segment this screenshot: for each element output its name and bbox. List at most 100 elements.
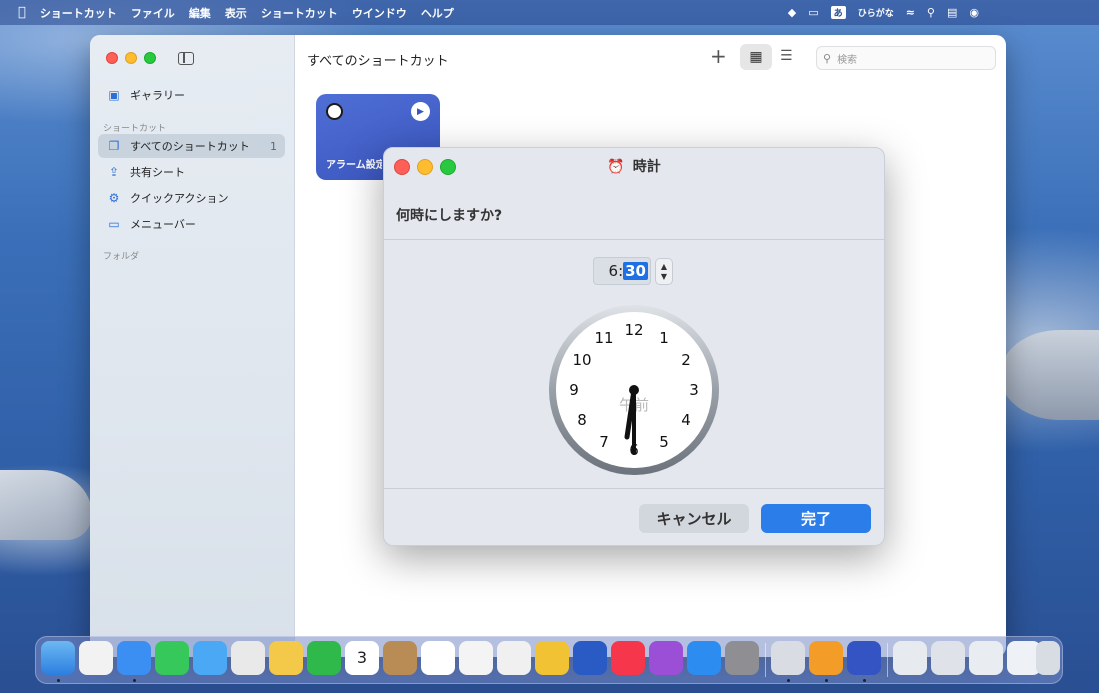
sidebar-item-label: 共有シート xyxy=(130,166,185,179)
menu-window[interactable]: ウインドウ xyxy=(352,5,407,21)
spotlight-icon[interactable]: ⚲ xyxy=(927,6,935,19)
facetime-icon[interactable] xyxy=(307,641,341,675)
sidebar-item-quick-actions[interactable]: ⚙ クイックアクション xyxy=(98,186,285,210)
document-stack-icon[interactable] xyxy=(931,641,965,675)
dock-separator xyxy=(887,643,888,677)
menu-help[interactable]: ヘルプ xyxy=(421,5,454,21)
time-field[interactable]: 6:30 xyxy=(593,257,651,285)
square-stack-icon: ❐ xyxy=(108,139,120,153)
time-hour[interactable]: 6 xyxy=(609,262,619,280)
clock-number: 2 xyxy=(681,351,691,369)
clock-number: 9 xyxy=(569,381,579,399)
search-input[interactable]: ⚲ 検索 xyxy=(816,46,996,70)
input-method-label[interactable]: ひらがな xyxy=(858,6,894,19)
close-button[interactable] xyxy=(106,52,118,64)
grid-icon: ▦ xyxy=(749,49,763,65)
page-title: すべてのショートカット xyxy=(307,54,449,69)
menu-app[interactable]: ショートカット xyxy=(40,5,117,21)
add-shortcut-button[interactable]: + xyxy=(710,46,727,66)
search-icon: ⚲ xyxy=(823,51,832,65)
shortcut-tile-name: アラーム設定 xyxy=(326,160,382,171)
sidebar-item-label: すべてのショートカット xyxy=(130,140,250,153)
mail-icon[interactable] xyxy=(193,641,227,675)
safari-icon[interactable] xyxy=(117,641,151,675)
sidebar-item-label: クイックアクション xyxy=(130,192,229,205)
clock-number: 1 xyxy=(659,329,669,347)
sidebar-item-share-sheet[interactable]: ⇪ 共有シート xyxy=(98,160,285,184)
menu-view[interactable]: 表示 xyxy=(225,5,247,21)
share-icon: ⇪ xyxy=(108,165,120,179)
clock-number: 8 xyxy=(577,411,587,429)
done-button[interactable]: 完了 xyxy=(761,504,871,533)
podcasts-icon[interactable] xyxy=(649,641,683,675)
freeform-icon[interactable] xyxy=(497,641,531,675)
photos-icon[interactable] xyxy=(269,641,303,675)
clock-number: 12 xyxy=(624,321,643,339)
menu-shortcut[interactable]: ショートカット xyxy=(261,5,338,21)
time-minute[interactable]: 30 xyxy=(623,262,648,280)
layers-icon[interactable]: ◆ xyxy=(788,6,796,19)
downloads-folder-icon[interactable] xyxy=(893,641,927,675)
gallery-icon: ▣ xyxy=(108,88,120,102)
search-placeholder: 検索 xyxy=(837,54,858,66)
music-icon[interactable] xyxy=(611,641,645,675)
minimize-button[interactable] xyxy=(125,52,137,64)
reminders-icon[interactable] xyxy=(421,641,455,675)
input-method-badge[interactable]: あ xyxy=(830,6,846,19)
finder-icon[interactable] xyxy=(41,641,75,675)
divider xyxy=(384,488,884,489)
sidebar: ▣ ギャラリー ショートカット ❐ すべてのショートカット 1 ⇪ 共有シート … xyxy=(90,35,295,657)
cancel-button[interactable]: キャンセル xyxy=(639,504,749,533)
chevron-down-icon[interactable]: ▼ xyxy=(661,272,667,282)
settings-icon[interactable] xyxy=(725,641,759,675)
divider xyxy=(384,239,884,240)
gear-icon: ⚙ xyxy=(108,191,120,205)
clock-number: 7 xyxy=(599,433,609,451)
menu-file[interactable]: ファイル xyxy=(131,5,175,21)
menubar-icon: ▭ xyxy=(108,217,120,231)
app-store-icon[interactable] xyxy=(687,641,721,675)
word-icon[interactable] xyxy=(573,641,607,675)
shortcuts-icon[interactable] xyxy=(847,641,881,675)
dock-separator xyxy=(765,643,766,677)
launchpad-icon[interactable] xyxy=(79,641,113,675)
analog-clock[interactable]: 午前 121234567891011 xyxy=(547,303,721,477)
maps-icon[interactable] xyxy=(231,641,265,675)
preview-icon[interactable] xyxy=(771,641,805,675)
window-controls xyxy=(106,52,156,64)
sidebar-item-gallery[interactable]: ▣ ギャラリー xyxy=(98,83,285,107)
notes-icon[interactable] xyxy=(459,641,493,675)
clock-number: 4 xyxy=(681,411,691,429)
zoom-button[interactable] xyxy=(144,52,156,64)
clock-dialog: ⏰時計 何時にしますか? 6:30 ▲ ▼ 午前 121234567891011… xyxy=(383,147,885,546)
dialog-title: ⏰ 時計 xyxy=(384,156,884,176)
sidebar-section-shortcuts: ショートカット xyxy=(103,124,167,134)
sidebar-item-label: メニューバー xyxy=(130,218,196,231)
dock: 3 xyxy=(35,636,1063,684)
wifi-icon[interactable]: ≈ xyxy=(906,6,915,19)
sidebar-toggle-icon[interactable] xyxy=(178,52,194,65)
trash-icon[interactable] xyxy=(1036,641,1060,675)
clock-number: 3 xyxy=(689,381,699,399)
control-center-icon[interactable]: ▤ xyxy=(947,6,957,19)
calendar-icon[interactable]: 3 xyxy=(345,641,379,675)
running-indicator xyxy=(863,679,866,682)
sidebar-item-menubar[interactable]: ▭ メニューバー xyxy=(98,212,285,236)
play-icon[interactable]: ▶ xyxy=(411,102,430,121)
list-view-button[interactable]: ☰ xyxy=(780,48,793,64)
sidebar-item-all-shortcuts[interactable]: ❐ すべてのショートカット 1 xyxy=(98,134,285,158)
battery-icon[interactable]: ▭ xyxy=(808,6,818,19)
contacts-icon[interactable] xyxy=(383,641,417,675)
grid-view-button[interactable]: ▦ xyxy=(740,44,772,70)
time-stepper[interactable]: ▲ ▼ xyxy=(655,258,673,285)
running-indicator xyxy=(57,679,60,682)
menu-edit[interactable]: 編集 xyxy=(189,5,211,21)
document-stack-icon[interactable] xyxy=(969,641,1003,675)
messages-icon[interactable] xyxy=(155,641,189,675)
menu-bar:  ショートカット ファイル 編集 表示 ショートカット ウインドウ ヘルプ ◆… xyxy=(0,0,1099,25)
chrome-icon[interactable] xyxy=(535,641,569,675)
apple-icon[interactable]:  xyxy=(18,5,26,20)
siri-icon[interactable]: ◉ xyxy=(969,6,979,19)
pages-icon[interactable] xyxy=(809,641,843,675)
chevron-up-icon[interactable]: ▲ xyxy=(661,262,667,272)
